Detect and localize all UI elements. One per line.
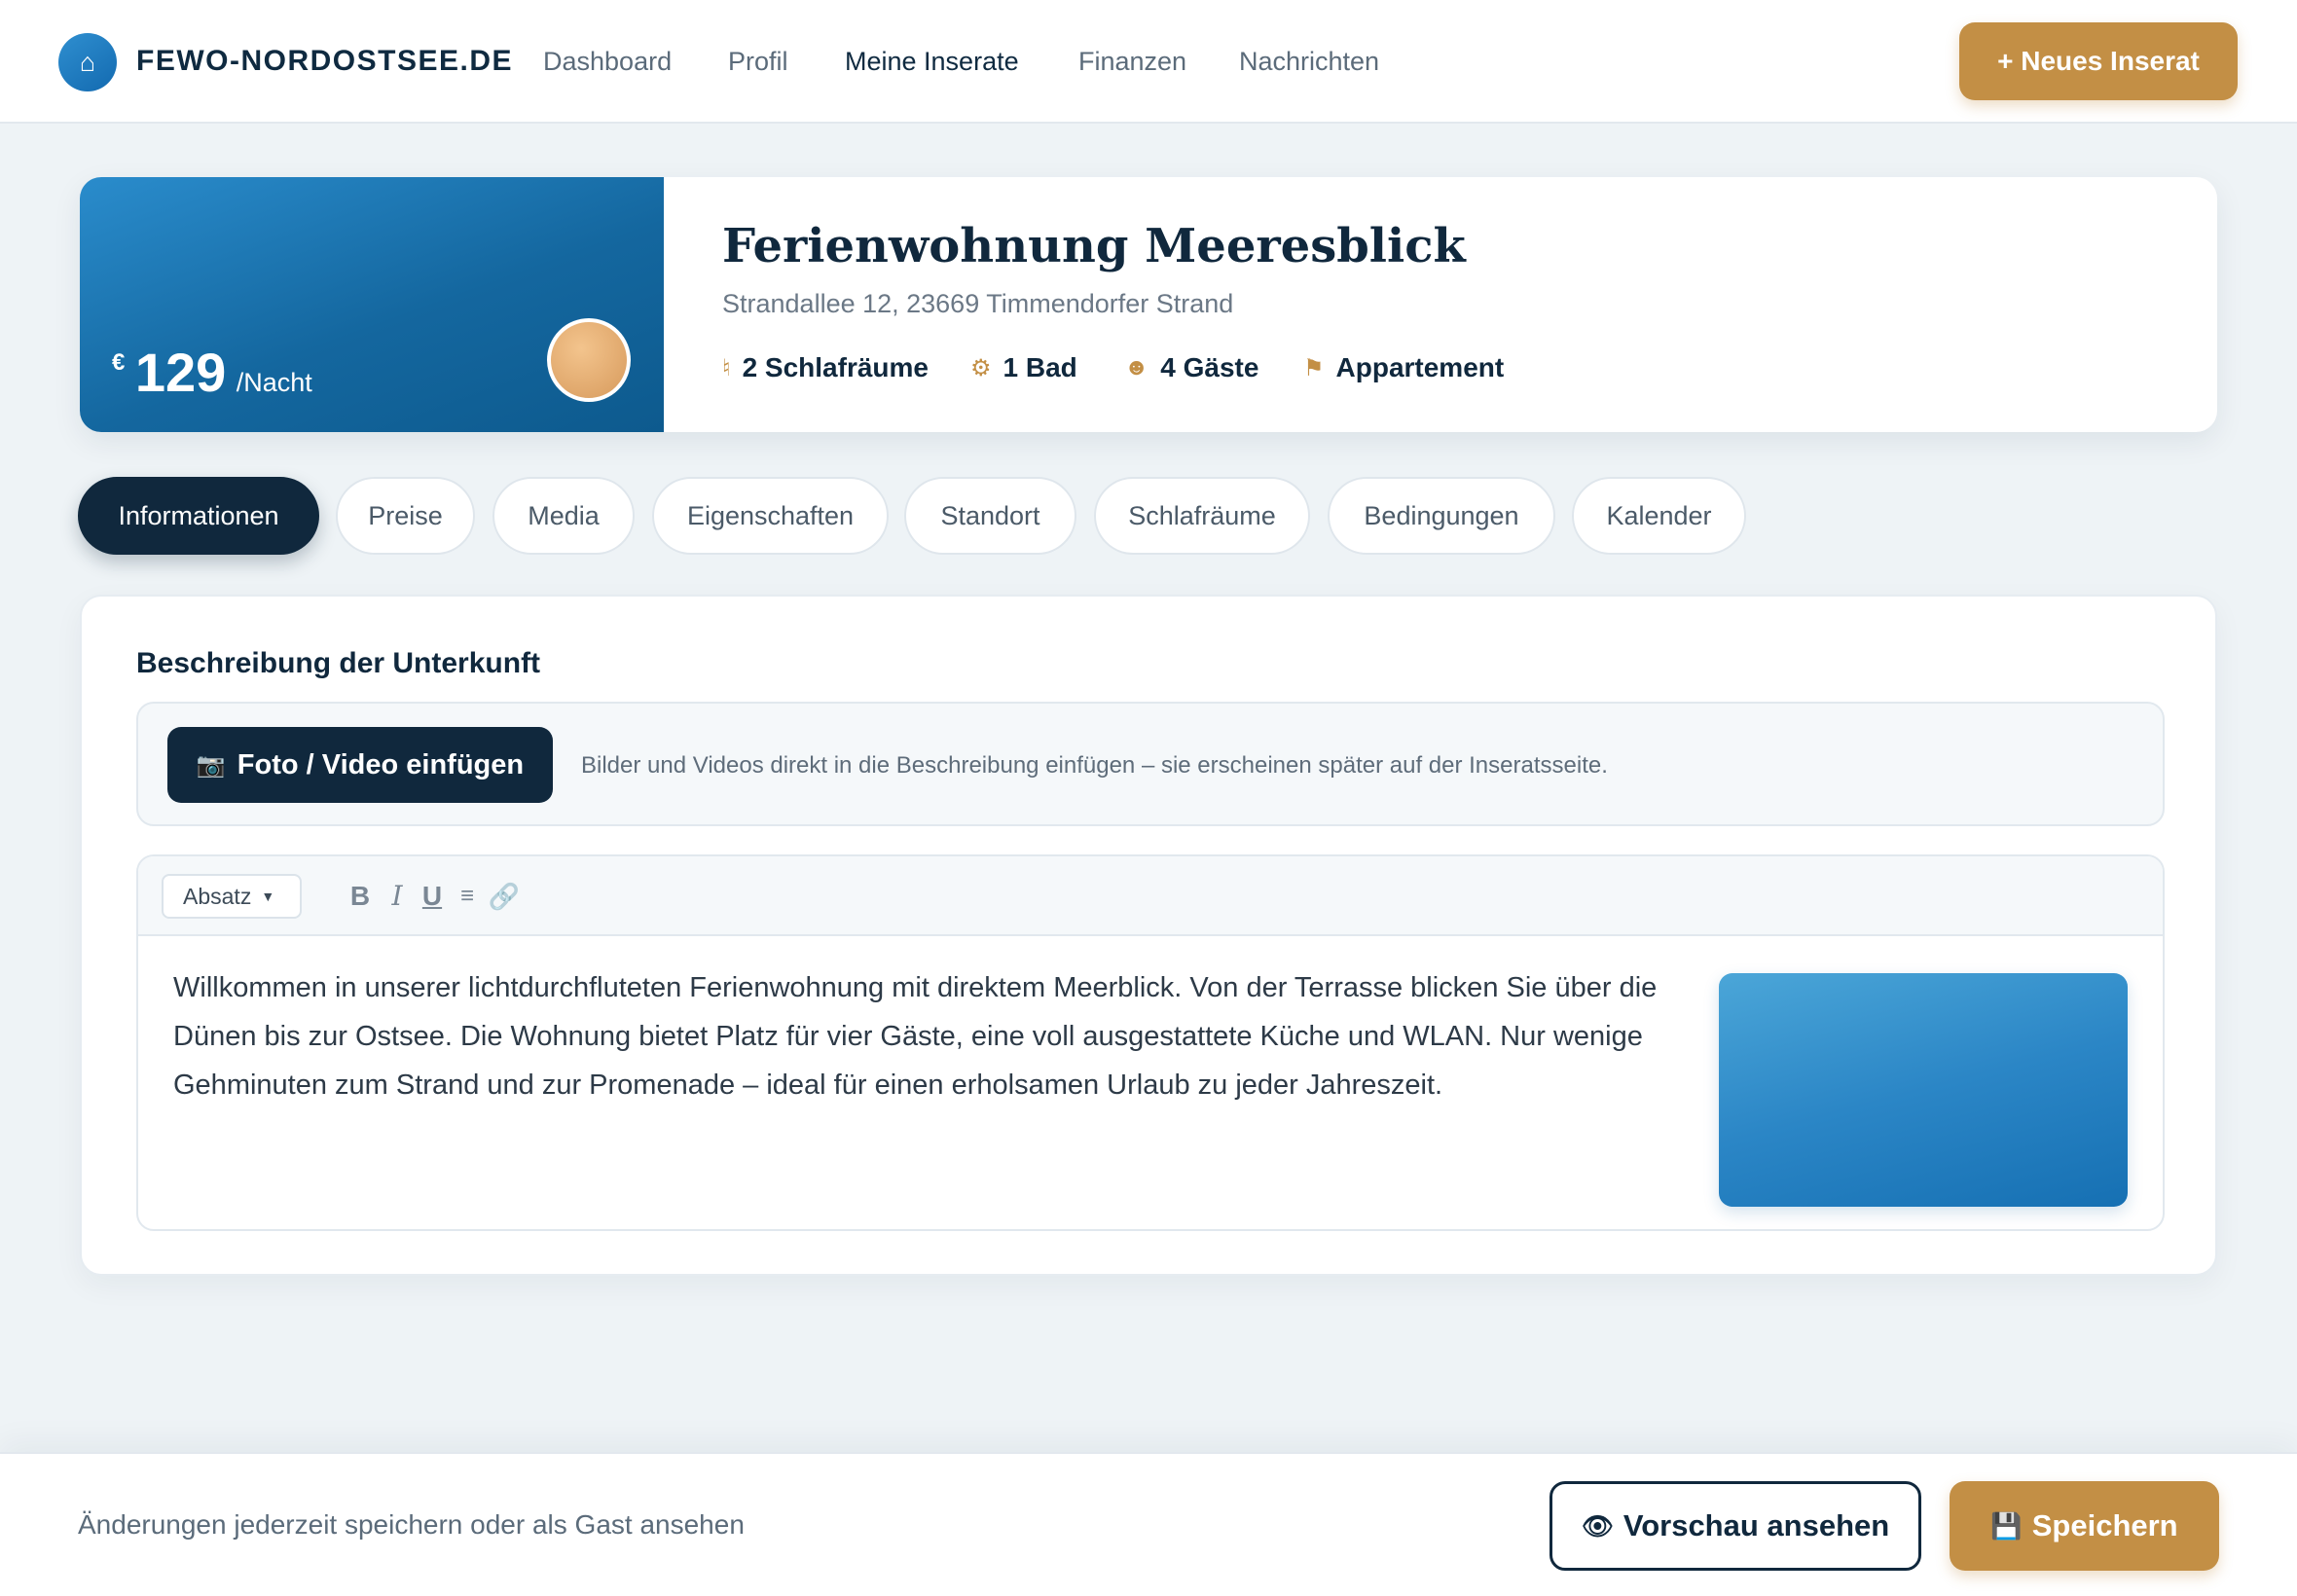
insert-media-label: Foto / Video einfügen — [237, 748, 525, 780]
floppy-disk-icon: 💾 — [1990, 1510, 2023, 1541]
bed-icon: ♮ — [722, 354, 731, 381]
tab-informationen[interactable]: Informationen — [78, 477, 319, 555]
nav-item-meine-inserate[interactable]: Meine Inserate — [845, 47, 1019, 77]
format-select[interactable]: Absatz ▼ — [162, 874, 302, 919]
tab-kalender[interactable]: Kalender — [1572, 477, 1746, 555]
insert-media-button[interactable]: 📷 Foto / Video einfügen — [167, 727, 553, 803]
nav-item-profil[interactable]: Profil — [728, 47, 788, 77]
listing-cover-image: € 129 /Nacht — [80, 177, 664, 432]
link-icon[interactable]: 🔗 — [487, 874, 522, 919]
feature-label: 1 Bad — [1003, 352, 1077, 382]
feature-bathroom: ⚙ 1 Bad — [970, 352, 1077, 383]
action-footer: Änderungen jederzeit speichern oder als … — [0, 1452, 2297, 1596]
caret-down-icon: ▼ — [261, 889, 275, 904]
new-listing-button[interactable]: + Neues Inserat — [1959, 22, 2238, 100]
tab-eigenschaften[interactable]: Eigenschaften — [652, 477, 889, 555]
nav-item-dashboard[interactable]: Dashboard — [543, 47, 672, 77]
description-card: Beschreibung der Unterkunft 📷 Foto / Vid… — [80, 595, 2217, 1276]
footer-hint-text: Änderungen jederzeit speichern oder als … — [78, 1509, 745, 1540]
rich-text-editor: Absatz ▼ B I U ≡ 🔗 Willkommen in unserer … — [136, 854, 2165, 1231]
feature-label: Appartement — [1335, 352, 1505, 382]
gear-icon: ⚙ — [970, 354, 992, 381]
price-unit: /Nacht — [236, 368, 312, 397]
list-icon[interactable]: ≡ — [450, 874, 485, 919]
top-navigation: ⌂ FEWO-NORDOSTSEE.DE Dashboard Profil Me… — [0, 0, 2297, 124]
price-display: € 129 /Nacht — [112, 341, 312, 404]
feature-label: 4 Gäste — [1160, 352, 1259, 382]
price-amount: 129 — [134, 342, 227, 403]
feature-bedrooms: ♮ 2 Schlafräume — [722, 352, 929, 383]
italic-button[interactable]: I — [380, 874, 415, 919]
listing-title: Ferienwohnung Meeresblick — [722, 219, 1466, 273]
nav-item-nachrichten[interactable]: Nachrichten — [1239, 47, 1379, 77]
description-text[interactable]: Willkommen in unserer lichtdurchfluteten… — [173, 963, 1711, 1109]
tab-preise[interactable]: Preise — [336, 477, 475, 555]
eye-icon: 👁 — [1581, 1510, 1614, 1541]
format-select-value: Absatz — [183, 884, 252, 909]
tab-bedingungen[interactable]: Bedingungen — [1328, 477, 1555, 555]
tab-standort[interactable]: Standort — [904, 477, 1076, 555]
host-avatar[interactable] — [547, 318, 631, 402]
inserted-image[interactable] — [1719, 973, 2128, 1207]
section-title: Beschreibung der Unterkunft — [136, 647, 541, 679]
bold-button[interactable]: B — [343, 874, 378, 919]
feature-type: ⚑ Appartement — [1303, 352, 1504, 383]
media-hint-text: Bilder und Videos direkt in die Beschrei… — [581, 752, 1608, 779]
feature-guests: ☻ 4 Gäste — [1124, 352, 1258, 383]
preview-label: Vorschau ansehen — [1622, 1508, 1890, 1542]
media-insert-bar: 📷 Foto / Video einfügen Bilder und Video… — [136, 702, 2165, 826]
save-label: Speichern — [2031, 1508, 2178, 1542]
editor-toolbar: Absatz ▼ B I U ≡ 🔗 — [138, 856, 2163, 936]
brand-name[interactable]: FEWO-NORDOSTSEE.DE — [136, 45, 513, 78]
tab-media[interactable]: Media — [492, 477, 635, 555]
price-currency: € — [112, 349, 126, 376]
flag-icon: ⚑ — [1303, 354, 1325, 381]
listing-header-card: € 129 /Nacht Ferienwohnung Meeresblick S… — [80, 177, 2217, 432]
underline-button[interactable]: U — [415, 874, 450, 919]
nav-item-finanzen[interactable]: Finanzen — [1078, 47, 1186, 77]
listing-address: Strandallee 12, 23669 Timmendorfer Stran… — [722, 289, 1234, 318]
preview-button[interactable]: 👁 Vorschau ansehen — [1550, 1481, 1921, 1571]
tab-schlafraeume[interactable]: Schlafräume — [1094, 477, 1310, 555]
feature-label: 2 Schlafräume — [742, 352, 929, 382]
guests-icon: ☻ — [1124, 354, 1149, 381]
save-button[interactable]: 💾 Speichern — [1950, 1481, 2219, 1571]
camera-icon: 📷 — [196, 751, 226, 779]
home-icon[interactable]: ⌂ — [58, 33, 117, 91]
